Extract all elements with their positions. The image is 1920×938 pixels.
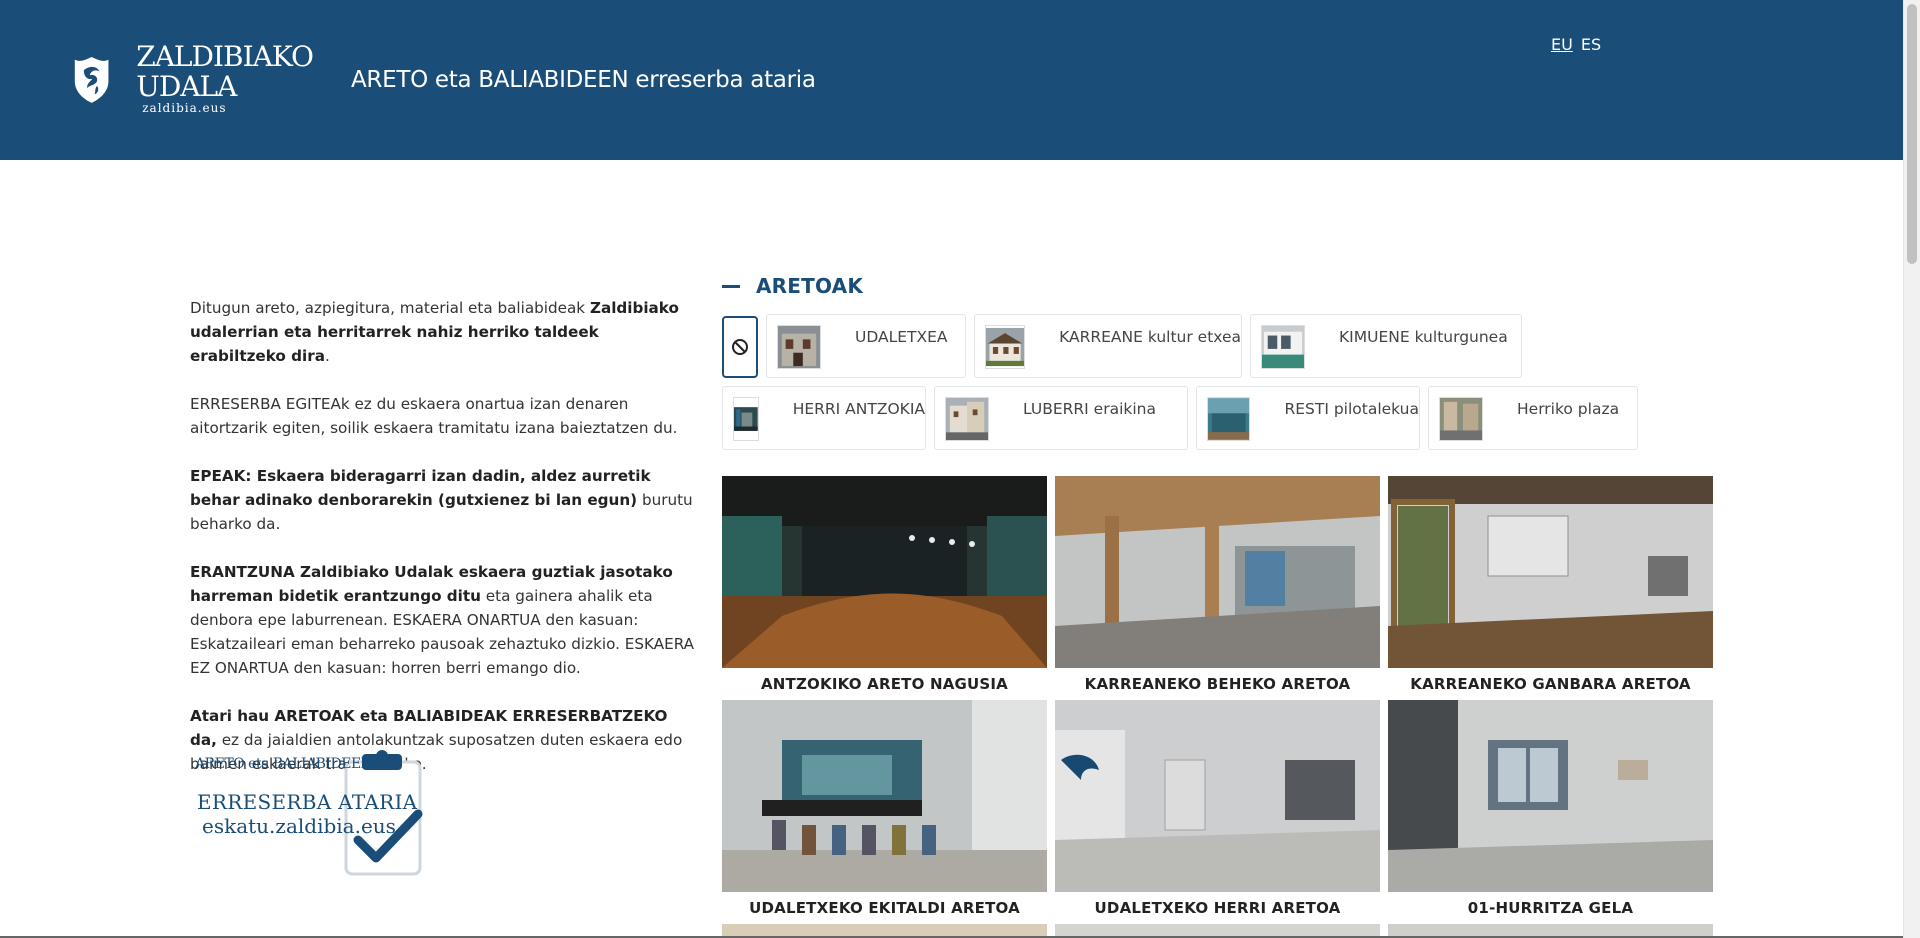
room-card[interactable]: KARREANEKO GANBARA ARETOA bbox=[1388, 476, 1713, 700]
building-thumbnail bbox=[777, 325, 821, 369]
section-header-aretoak[interactable]: ARETOAK bbox=[722, 274, 863, 298]
intro-paragraph-2: ERRESERBA EGITEAk ez du eskaera onartua … bbox=[190, 395, 678, 437]
building-thumbnail bbox=[945, 397, 989, 441]
booking-portal-badge: ARETO eta BALIABIDEEN ERRESERBA ATARIA e… bbox=[192, 748, 442, 878]
filter-chip-herri-antzokia[interactable]: HERRI ANTZOKIA bbox=[722, 386, 926, 450]
collapse-dash-icon bbox=[722, 284, 740, 288]
room-name: UDALETXEKO EKITALDI ARETOA bbox=[749, 899, 1020, 917]
filter-chip-resti[interactable]: RESTI pilotalekua bbox=[1196, 386, 1420, 450]
building-thumbnail bbox=[1207, 397, 1251, 441]
building-thumbnail bbox=[985, 325, 1026, 369]
intro-paragraph-3: EPEAK: Eskaera bideragarri izan dadin, a… bbox=[190, 467, 693, 533]
vertical-scrollbar[interactable] bbox=[1903, 0, 1920, 938]
room-card[interactable]: UDALETXEKO EKITALDI ARETOA bbox=[722, 700, 1047, 924]
room-name: KARREANEKO GANBARA ARETOA bbox=[1410, 675, 1691, 693]
room-name: UDALETXEKO HERRI ARETOA bbox=[1094, 899, 1341, 917]
room-card-partial[interactable] bbox=[1388, 924, 1713, 936]
room-photo bbox=[722, 476, 1047, 668]
badge-top-text: ARETO eta BALIABIDEEN bbox=[195, 756, 373, 772]
badge-url-text: eskatu.zaldibia.eus bbox=[202, 814, 396, 838]
language-es-link[interactable]: ES bbox=[1581, 35, 1601, 54]
room-photo bbox=[1388, 476, 1713, 668]
intro-text: Ditugun areto, azpiegitura, material eta… bbox=[190, 296, 696, 800]
filter-chip-udaletxea[interactable]: UDALETXEA bbox=[766, 314, 966, 378]
room-card[interactable]: ANTZOKIKO ARETO NAGUSIA bbox=[722, 476, 1047, 700]
filter-chip-kimuene[interactable]: KIMUENE kulturgunea bbox=[1250, 314, 1522, 378]
no-filter-icon bbox=[732, 339, 748, 355]
language-eu-link[interactable]: EU bbox=[1551, 35, 1573, 54]
site-title: ARETO eta BALIABIDEEN erreserba ataria bbox=[351, 67, 816, 93]
logo-wordmark: ZALDIBIAKO UDALA zaldibia.eus bbox=[136, 40, 314, 115]
filter-chip-label: UDALETXEA bbox=[855, 328, 948, 346]
room-card[interactable]: UDALETXEKO HERRI ARETOA bbox=[1055, 700, 1380, 924]
filter-chip-label: Herriko plaza bbox=[1517, 400, 1620, 418]
room-name: ANTZOKIKO ARETO NAGUSIA bbox=[760, 675, 1008, 693]
room-card[interactable]: 01-HURRITZA GELA bbox=[1388, 700, 1713, 924]
room-photo bbox=[1055, 476, 1380, 668]
filter-chip-label: KARREANE kultur etxea bbox=[1059, 328, 1241, 346]
filter-chip-label: KIMUENE kulturgunea bbox=[1339, 328, 1508, 346]
room-card-partial[interactable] bbox=[722, 924, 1047, 936]
room-card[interactable]: KARREANEKO BEHEKO ARETOA bbox=[1055, 476, 1380, 700]
site-header: ZALDIBIAKO UDALA zaldibia.eus ARETO eta … bbox=[0, 0, 1903, 160]
logo-domain: zaldibia.eus bbox=[142, 101, 227, 115]
building-thumbnail bbox=[1261, 325, 1305, 369]
badge-main-text: ERRESERBA ATARIA bbox=[197, 790, 418, 814]
filter-chip-luberri[interactable]: LUBERRI eraikina bbox=[934, 386, 1188, 450]
room-name: KARREANEKO BEHEKO ARETOA bbox=[1084, 675, 1351, 693]
filter-chip-herriko-plaza[interactable]: Herriko plaza bbox=[1428, 386, 1638, 450]
filter-chip-label: LUBERRI eraikina bbox=[1023, 400, 1156, 418]
intro-paragraph-4: ERANTZUNA Zaldibiako Udalak eskaera guzt… bbox=[190, 563, 695, 677]
language-switcher: EU ES bbox=[1551, 35, 1601, 54]
shield-logo-icon bbox=[74, 57, 109, 103]
room-photo bbox=[722, 700, 1047, 892]
room-card-partial[interactable] bbox=[1055, 924, 1380, 936]
section-title: ARETOAK bbox=[756, 274, 864, 298]
filter-chip-label: RESTI pilotalekua bbox=[1284, 400, 1419, 418]
logo-line2: UDALA bbox=[136, 70, 237, 103]
intro-paragraph-1: Ditugun areto, azpiegitura, material eta… bbox=[190, 299, 679, 365]
filter-chip-karreane[interactable]: KARREANE kultur etxea bbox=[974, 314, 1242, 378]
room-photo bbox=[1055, 700, 1380, 892]
building-thumbnail bbox=[733, 397, 759, 441]
logo-line1: ZALDIBIAKO bbox=[136, 40, 314, 73]
room-photo bbox=[1388, 700, 1713, 892]
scrollbar-thumb[interactable] bbox=[1907, 4, 1917, 264]
room-name: 01-HURRITZA GELA bbox=[1467, 899, 1634, 917]
clear-filter-button[interactable] bbox=[722, 316, 758, 378]
building-thumbnail bbox=[1439, 397, 1483, 441]
filter-chip-label: HERRI ANTZOKIA bbox=[792, 400, 925, 418]
municipality-logo[interactable]: ZALDIBIAKO UDALA zaldibia.eus bbox=[73, 40, 314, 122]
page: ZALDIBIAKO UDALA zaldibia.eus ARETO eta … bbox=[0, 0, 1920, 938]
